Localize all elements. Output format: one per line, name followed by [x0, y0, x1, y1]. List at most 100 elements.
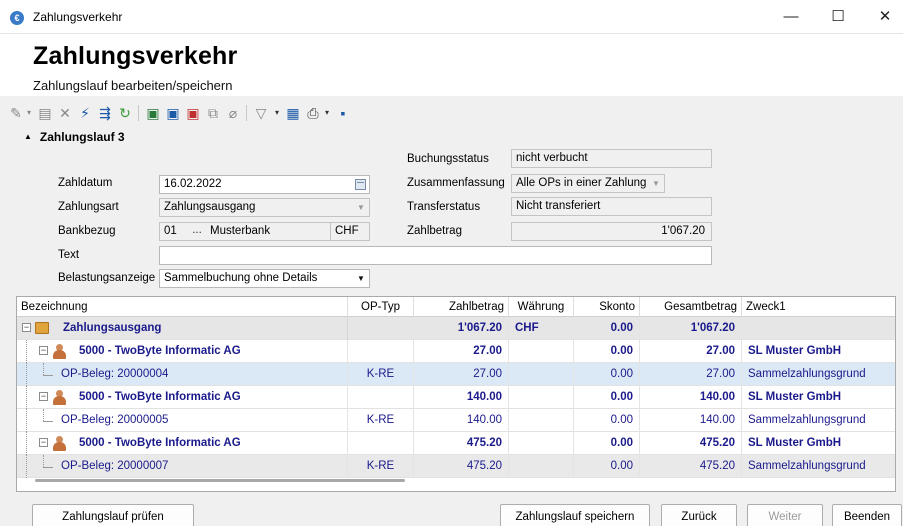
transferstatus-label: Transferstatus	[407, 201, 481, 213]
table-row-total[interactable]: − Zahlungsausgang 1'067.20 CHF 0.00 1'06…	[17, 317, 895, 340]
table-row[interactable]: OP-Beleg: 20000007 K-RE 475.20 0.00 475.…	[17, 455, 895, 478]
payment-grid[interactable]: Bezeichnung OP-Typ Zahlbetrag Währung Sk…	[16, 296, 896, 492]
page-subtitle: Zahlungslauf bearbeiten/speichern	[33, 78, 233, 93]
table-row[interactable]: − 5000 - TwoByte Informatic AG 27.00 0.0…	[17, 340, 895, 363]
horizontal-scrollbar[interactable]	[35, 479, 405, 482]
close-button[interactable]: ✕	[862, 0, 903, 34]
window-title: Zahlungsverkehr	[33, 10, 123, 24]
col-zweck1[interactable]: Zweck1	[742, 297, 895, 317]
tree-line	[26, 409, 27, 432]
table-row[interactable]: OP-Beleg: 20000005 K-RE 140.00 0.00 140.…	[17, 409, 895, 432]
doc-name: OP-Beleg: 20000004	[55, 363, 348, 386]
bank-currency: CHF	[330, 223, 369, 240]
belastungsanzeige-select[interactable]: Sammelbuchung ohne Details ▼	[159, 269, 370, 288]
delete-icon[interactable]: ✕	[56, 103, 74, 123]
save-icon[interactable]: ▪	[334, 103, 352, 123]
collapse-icon[interactable]: −	[39, 438, 48, 447]
export2-icon[interactable]: ▣	[164, 103, 182, 123]
col-bezeichnung[interactable]: Bezeichnung	[17, 297, 348, 317]
zusammenfassung-select[interactable]: Alle OPs in einer Zahlung ▼	[511, 174, 665, 193]
creditor-name: 5000 - TwoByte Informatic AG	[73, 386, 348, 409]
collapse-icon[interactable]: ▲	[24, 132, 32, 141]
refresh-icon[interactable]: ↻	[116, 103, 134, 123]
row-gesamtbetrag: 475.20	[640, 455, 742, 478]
tree-line	[43, 467, 53, 468]
zahldatum-field[interactable]: 16.02.2022	[159, 175, 370, 194]
zahldatum-label: Zahldatum	[58, 177, 113, 189]
chevron-down-icon[interactable]: ▼	[353, 270, 369, 287]
col-gesamtbetrag[interactable]: Gesamtbetrag	[640, 297, 742, 317]
zahlungslauf-pruefen-button[interactable]: Zahlungslauf prüfen	[32, 504, 194, 526]
row-waehrung	[509, 409, 574, 432]
maximize-button[interactable]: ☐	[815, 0, 861, 34]
row-zahlbetrag: 140.00	[414, 409, 509, 432]
total-name: Zahlungsausgang	[57, 317, 348, 340]
page-title: Zahlungsverkehr	[33, 42, 238, 70]
row-gesamtbetrag: 27.00	[640, 363, 742, 386]
bankbezug-field[interactable]: 01 ... Musterbank CHF	[159, 222, 370, 241]
person-icon	[52, 344, 66, 359]
row-skonto: 0.00	[574, 455, 640, 478]
print-icon[interactable]: ⎙	[304, 103, 322, 123]
export-red-icon[interactable]: ▣	[184, 103, 202, 123]
table-row[interactable]: OP-Beleg: 20000004 K-RE 27.00 0.00 27.00…	[17, 363, 895, 386]
print-dropdown-icon[interactable]: ▾	[322, 103, 332, 123]
row-skonto: 0.00	[574, 340, 640, 363]
tree-line	[26, 455, 27, 478]
doc-icon[interactable]: ▦	[284, 103, 302, 123]
tree-line	[43, 421, 53, 422]
zahlungsart-select[interactable]: Zahlungsausgang ▼	[159, 198, 370, 217]
filter-dropdown-icon[interactable]: ▾	[272, 103, 282, 123]
col-zahlbetrag[interactable]: Zahlbetrag	[414, 297, 509, 317]
beenden-button[interactable]: Beenden	[832, 504, 902, 526]
zurueck-button[interactable]: Zurück	[661, 504, 737, 526]
col-optyp[interactable]: OP-Typ	[348, 297, 414, 317]
belastungsanzeige-label: Belastungsanzeige	[58, 272, 156, 284]
bank-lookup-button[interactable]: ...	[188, 223, 206, 240]
toolbar: ✎ ▾ ▤ ✕ ⚡ ⇶ ↻ ▣ ▣ ▣ ⧉ ⌀ ▽ ▾ ▦ ⎙ ▾ ▪	[0, 100, 903, 126]
zahlbetrag-label: Zahlbetrag	[407, 225, 462, 237]
weiter-button[interactable]: Weiter	[747, 504, 823, 526]
edit-icon[interactable]: ▤	[36, 103, 54, 123]
collapse-icon[interactable]: −	[22, 323, 31, 332]
collapse-icon[interactable]: −	[39, 346, 48, 355]
tree-line	[26, 340, 27, 363]
creditor-name: 5000 - TwoByte Informatic AG	[73, 432, 348, 455]
total-zahlbetrag: 1'067.20	[414, 317, 509, 340]
row-waehrung	[509, 340, 574, 363]
collapse-icon[interactable]: −	[39, 392, 48, 401]
table-row[interactable]: − 5000 - TwoByte Informatic AG 475.20 0.…	[17, 432, 895, 455]
toolbar-separator	[138, 105, 139, 121]
filter-icon[interactable]: ▽	[252, 103, 270, 123]
new-dropdown-icon[interactable]: ▾	[24, 103, 34, 123]
row-gesamtbetrag: 140.00	[640, 409, 742, 432]
zahlungslauf-speichern-button[interactable]: Zahlungslauf speichern	[500, 504, 650, 526]
row-zahlbetrag: 475.20	[414, 432, 509, 455]
export-icon[interactable]: ▣	[144, 103, 162, 123]
tree-line	[26, 386, 27, 409]
chevron-down-icon[interactable]: ▼	[353, 199, 369, 216]
erase-icon[interactable]: ⌀	[224, 103, 242, 123]
split-icon[interactable]: ⇶	[96, 103, 114, 123]
row-zweck1: SL Muster GmbH	[748, 391, 842, 403]
new-icon[interactable]: ✎	[8, 103, 24, 123]
row-optyp	[348, 386, 414, 409]
zusammenfassung-label: Zusammenfassung	[407, 177, 505, 189]
row-zweck1: Sammelzahlungsgrund	[748, 368, 866, 380]
text-input[interactable]	[159, 246, 712, 265]
group-header[interactable]: ▲ Zahlungslauf 3	[24, 130, 125, 144]
doc-name: OP-Beleg: 20000007	[55, 455, 348, 478]
zahlungsart-label: Zahlungsart	[58, 201, 119, 213]
app-icon: €	[10, 11, 24, 25]
copy-icon[interactable]: ⧉	[204, 103, 222, 123]
calendar-icon[interactable]	[355, 179, 366, 190]
col-skonto[interactable]: Skonto	[574, 297, 640, 317]
col-waehrung[interactable]: Währung	[509, 297, 574, 317]
table-row[interactable]: − 5000 - TwoByte Informatic AG 140.00 0.…	[17, 386, 895, 409]
chevron-down-icon[interactable]: ▼	[648, 175, 664, 192]
grid-header: Bezeichnung OP-Typ Zahlbetrag Währung Sk…	[17, 297, 895, 317]
row-skonto: 0.00	[574, 363, 640, 386]
minimize-button[interactable]: —	[768, 0, 814, 34]
row-optyp: K-RE	[348, 363, 414, 386]
flash-icon[interactable]: ⚡	[76, 103, 94, 123]
